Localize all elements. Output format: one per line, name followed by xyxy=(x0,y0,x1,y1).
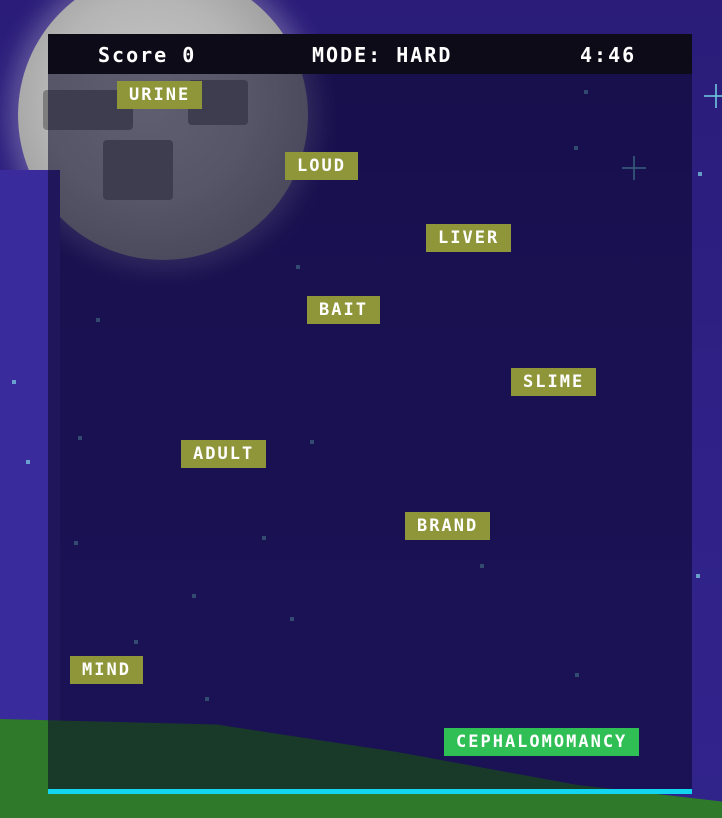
falling-word-adult: ADULT xyxy=(181,440,267,468)
game-stage: Score 0 MODE: HARD 4:46 URINE LOUD LIVER… xyxy=(0,0,722,818)
falling-word-bait: BAIT xyxy=(307,296,380,324)
falling-word-slime: SLIME xyxy=(511,368,597,396)
falling-word-brand: BRAND xyxy=(405,512,491,540)
typed-word: CEPHALOMOMANCY xyxy=(444,728,640,756)
star xyxy=(26,460,30,464)
star xyxy=(696,574,700,578)
sparkle-star xyxy=(704,84,722,108)
star xyxy=(12,380,16,384)
falling-word-urine: URINE xyxy=(117,81,203,109)
falling-word-mind: MIND xyxy=(70,656,143,684)
falling-word-liver: LIVER xyxy=(426,224,512,252)
game-board xyxy=(48,34,692,794)
progress-bar xyxy=(48,789,692,794)
hud-bar: Score 0 MODE: HARD 4:46 xyxy=(48,34,692,74)
mode-display: MODE: HARD xyxy=(312,43,453,67)
score-display: Score 0 xyxy=(98,43,197,67)
timer-display: 4:46 xyxy=(580,43,637,67)
star xyxy=(698,172,702,176)
falling-word-loud: LOUD xyxy=(285,152,358,180)
